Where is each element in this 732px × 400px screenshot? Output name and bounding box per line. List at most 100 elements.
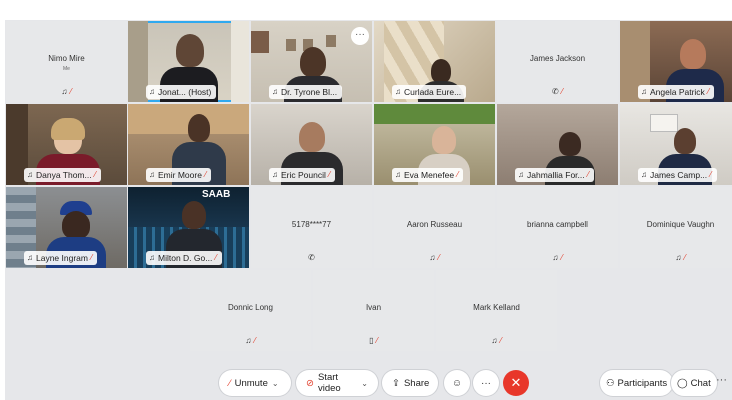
mic-muted-icon: ⁄ xyxy=(229,377,231,389)
participant-status: ▯ ⁄ xyxy=(313,336,434,345)
participants-button[interactable]: ⚇ Participants xyxy=(600,370,674,396)
participant-status: ♫ ⁄ xyxy=(497,253,618,262)
speaker-icon: ♫ xyxy=(27,253,33,262)
unmute-label: Unmute xyxy=(234,377,268,389)
more-options-button[interactable]: ··· xyxy=(351,27,369,45)
participant-tile[interactable]: Dominique Vaughn ♫ ⁄ xyxy=(620,187,732,268)
mic-muted-icon: ⁄ xyxy=(254,336,256,345)
participant-name-tag: ♫ Curlada Eure... xyxy=(392,85,467,99)
mic-muted-icon: ⁄ xyxy=(587,170,589,179)
meeting-window: Nimo Mire Me ♫ ⁄ ♫ Jonat... (Host) ··· ♫ Dr… xyxy=(0,0,732,400)
participant-name-tag: ♫ Danya Thom... ⁄ xyxy=(24,168,101,182)
mic-muted-icon: ⁄ xyxy=(710,170,712,179)
participant-name: Aaron Russeau xyxy=(406,220,463,229)
speaker-icon: ♫ xyxy=(395,170,401,179)
start-video-label: Start video xyxy=(317,372,341,394)
chat-button[interactable]: ◯ Chat xyxy=(671,370,717,396)
reactions-button[interactable]: ☺ xyxy=(444,370,470,396)
participant-status: ✆ xyxy=(251,253,372,262)
meeting-toolbar: ⁄ Unmute ⌄ ⊘ Start video ⌄ ⇪ Share ☺ ···… xyxy=(0,366,732,400)
participant-name: Emir Moore xyxy=(158,170,202,180)
speaker-icon: ♫ xyxy=(27,170,33,179)
mic-muted-icon: ⁄ xyxy=(707,87,710,96)
participant-tile[interactable]: ··· ♫ Dr. Tyrone Bl... xyxy=(251,21,372,102)
mic-muted-icon: ⁄ xyxy=(684,253,686,262)
close-icon: ✕ xyxy=(510,375,522,390)
speaker-icon: ♫ xyxy=(395,87,401,96)
participant-name: Milton D. Go... xyxy=(158,253,213,263)
speaker-icon: ♫ xyxy=(491,336,498,345)
chat-icon: ◯ xyxy=(677,377,688,389)
participant-tile[interactable]: ♫ Danya Thom... ⁄ xyxy=(6,104,127,185)
share-label: Share xyxy=(403,377,430,389)
participant-tile[interactable]: ♫ Angela Patrick ⁄ xyxy=(620,21,732,102)
speaker-icon: ♫ xyxy=(272,170,278,179)
participant-tile[interactable]: James Jackson ✆ ⁄ xyxy=(497,21,618,102)
participant-tile[interactable]: Nimo Mire Me ♫ ⁄ xyxy=(6,21,127,102)
overflow-menu-button[interactable]: ··· xyxy=(716,374,727,386)
banner-logo-text: SAAB xyxy=(202,189,231,200)
participant-name-tag: ♫ Angela Patrick ⁄ xyxy=(638,85,715,99)
participant-name: James Jackson xyxy=(529,54,586,63)
participant-tile[interactable]: Mark Kelland ♫ ⁄ xyxy=(436,270,557,351)
participant-name-tag: ♫ Eva Menefee ⁄ xyxy=(392,168,464,182)
mic-muted-icon: ⁄ xyxy=(376,336,378,345)
participant-name: Eric Pouncil xyxy=(281,170,326,180)
mic-muted-icon: ⁄ xyxy=(94,170,96,179)
participant-name-tag: ♫ Dr. Tyrone Bl... xyxy=(269,85,343,99)
unmute-button[interactable]: ⁄ Unmute ⌄ xyxy=(219,370,291,396)
phone-icon: ✆ xyxy=(308,253,315,262)
participant-name: Layne Ingram xyxy=(36,253,88,263)
participant-name-tag: ♫ Emir Moore ⁄ xyxy=(146,168,212,182)
participant-tile[interactable]: Donnic Long ♫ ⁄ xyxy=(190,270,311,351)
speaker-icon: ♫ xyxy=(641,170,647,179)
mic-muted-icon: ⁄ xyxy=(204,170,207,179)
chevron-down-icon: ⌄ xyxy=(361,378,368,388)
participant-tile[interactable]: ♫ James Camp... ⁄ xyxy=(620,104,732,185)
participant-status: ♫ ⁄ xyxy=(374,253,495,262)
more-icon: ··· xyxy=(481,377,491,389)
speaker-icon: ♫ xyxy=(641,87,647,96)
participant-status: ♫ ⁄ xyxy=(620,253,732,262)
participant-name: Dominique Vaughn xyxy=(646,220,715,229)
participant-name: Donnic Long xyxy=(228,303,273,312)
participant-sub: Me xyxy=(63,66,70,72)
participant-name-tag: ♫ Eric Pouncil ⁄ xyxy=(269,168,336,182)
more-button[interactable]: ··· xyxy=(473,370,499,396)
participant-name: Angela Patrick xyxy=(650,87,705,97)
participant-status: ♫ ⁄ xyxy=(436,336,557,345)
speaker-icon: ♫ xyxy=(149,87,155,96)
speaker-icon: ♫ xyxy=(518,170,524,179)
speaker-icon: ♫ xyxy=(272,87,278,96)
share-button[interactable]: ⇪ Share xyxy=(382,370,438,396)
participant-tile[interactable]: ♫ Eric Pouncil ⁄ xyxy=(251,104,372,185)
participant-tile[interactable]: Ivan ▯ ⁄ xyxy=(313,270,434,351)
participant-tile[interactable]: ♫ Jahmallia For... ⁄ xyxy=(497,104,618,185)
participant-name-tag: ♫ James Camp... ⁄ xyxy=(638,168,717,182)
mic-muted-icon: ⁄ xyxy=(561,253,563,262)
people-icon: ⚇ xyxy=(606,377,615,389)
speaker-icon: ♫ xyxy=(552,253,559,262)
participant-tile[interactable]: ♫ Emir Moore ⁄ xyxy=(128,104,249,185)
participant-name: brianna campbell xyxy=(527,220,588,229)
start-video-button[interactable]: ⊘ Start video ⌄ xyxy=(296,370,378,396)
participant-tile[interactable]: ♫ Eva Menefee ⁄ xyxy=(374,104,495,185)
chevron-down-icon: ⌄ xyxy=(271,378,279,388)
mic-muted-icon: ⁄ xyxy=(90,253,93,262)
participant-name: Nimo Mire xyxy=(48,54,85,63)
speaker-icon: ♫ xyxy=(149,170,155,179)
chat-label: Chat xyxy=(690,377,711,389)
participant-tile[interactable]: ♫ Curlada Eure... xyxy=(374,21,495,102)
participant-tile[interactable]: SAAB ♫ Milton D. Go... ⁄ xyxy=(128,187,249,268)
participant-tile[interactable]: 5178****77 ✆ xyxy=(251,187,372,268)
participant-tile[interactable]: ♫ Layne Ingram ⁄ xyxy=(6,187,127,268)
mic-muted-icon: ⁄ xyxy=(500,336,502,345)
participant-tile[interactable]: ♫ Jonat... (Host) xyxy=(128,21,249,102)
participant-tile[interactable]: Aaron Russeau ♫ ⁄ xyxy=(374,187,495,268)
participant-name: Jahmallia For... xyxy=(527,170,585,180)
phone-icon: ✆ xyxy=(551,87,559,96)
speaker-icon: ♫ xyxy=(429,253,436,262)
participant-tile[interactable]: brianna campbell ♫ ⁄ xyxy=(497,187,618,268)
participant-name-tag: ♫ Jahmallia For... ⁄ xyxy=(515,168,594,182)
leave-meeting-button[interactable]: ✕ xyxy=(503,370,529,396)
